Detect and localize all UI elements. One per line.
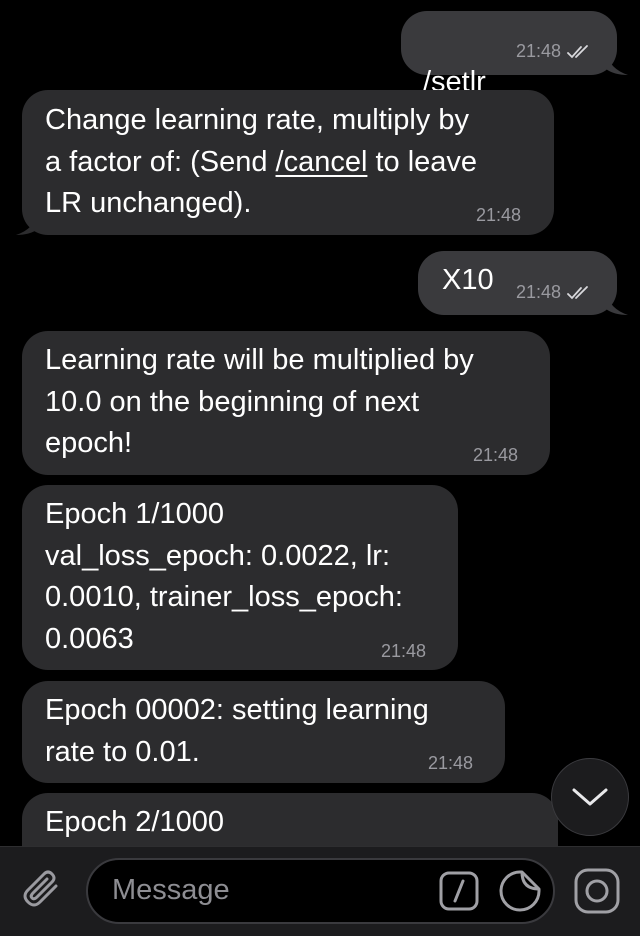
bubble-tail [606,53,628,75]
message-text: Epoch 00002: setting learning rate to 0.… [45,694,429,768]
timestamp: 21:48 [516,41,562,61]
chat-history[interactable]: /setlr 21:48 Change learning rate, multi… [0,0,640,846]
message-text: Epoch 1/1000 val_loss_epoch: 0.0022, lr:… [45,498,403,655]
double-check-icon [567,44,593,60]
message-meta: 21:48 [381,641,426,662]
message-text: Learning rate will be multiplied by 10.0… [45,344,474,459]
paperclip-icon[interactable] [20,868,64,912]
timestamp: 21:48 [476,205,522,225]
message-text: Epoch 2/1000 [45,806,224,838]
timestamp: 21:48 [428,753,474,773]
message-meta: 21:48 [516,282,593,303]
timestamp: 21:48 [473,445,519,465]
sticker-icon[interactable] [497,868,543,914]
timestamp: 21:48 [516,282,562,302]
chevron-down-icon [572,788,608,806]
message-text: Change learning rate, multiply by a fact… [45,104,478,219]
bubble-tail [16,213,38,235]
message-meta: 21:48 [428,753,473,774]
slash-command-icon[interactable] [438,870,480,912]
message-input-placeholder: Message [112,874,230,906]
timestamp: 21:48 [381,641,427,661]
bubble-tail [606,293,628,315]
message-meta: 21:48 [476,205,521,226]
message-meta: 21:48 [473,445,518,466]
camera-icon[interactable] [572,866,622,916]
double-check-icon [567,285,593,301]
message-meta: 21:48 [516,41,593,62]
cancel-command-link[interactable]: /cancel [276,146,368,178]
message-text: X10 [442,264,494,296]
scroll-to-bottom-button[interactable] [551,758,629,836]
